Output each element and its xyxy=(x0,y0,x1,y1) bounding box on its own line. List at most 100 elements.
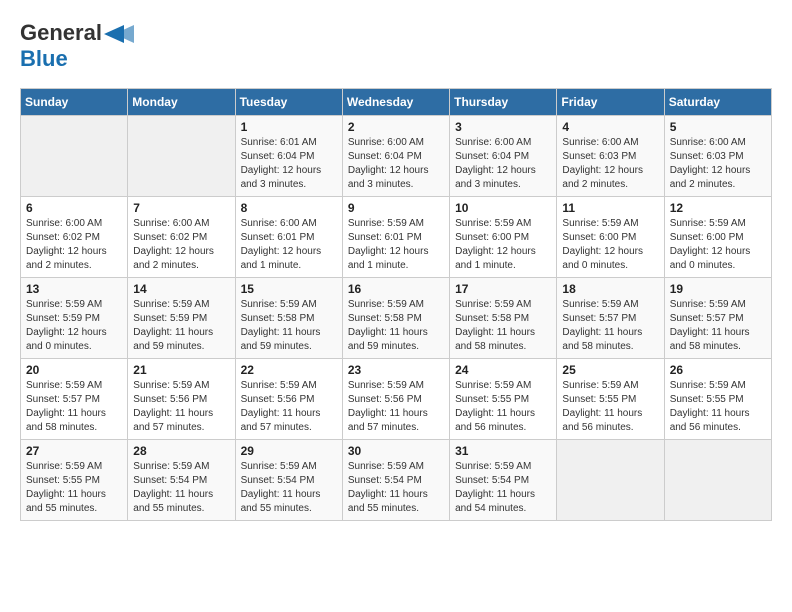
day-number: 31 xyxy=(455,444,551,458)
day-number: 23 xyxy=(348,363,444,377)
day-number: 22 xyxy=(241,363,337,377)
day-number: 24 xyxy=(455,363,551,377)
calendar-cell: 27Sunrise: 5:59 AM Sunset: 5:55 PM Dayli… xyxy=(21,440,128,521)
day-number: 3 xyxy=(455,120,551,134)
day-number: 20 xyxy=(26,363,122,377)
day-info: Sunrise: 5:59 AM Sunset: 5:54 PM Dayligh… xyxy=(348,460,444,516)
calendar-cell: 21 Sunrise: 5:59 AM Sunset: 5:56 PM Dayli… xyxy=(128,359,235,440)
calendar-cell: 24 Sunrise: 5:59 AM Sunset: 5:55 PM Dayli… xyxy=(450,359,557,440)
day-info: Sunrise: 5:59 AM Sunset: 5:57 PM Dayligh… xyxy=(562,298,658,354)
day-number: 29 xyxy=(241,444,337,458)
column-header-friday: Friday xyxy=(557,89,664,116)
day-number: 18 xyxy=(562,282,658,296)
calendar-table: SundayMondayTuesdayWednesdayThursdayFrid… xyxy=(20,88,772,521)
day-info: Sunrise: 6:00 AM Sunset: 6:03 PM Dayligh… xyxy=(670,136,766,192)
day-info: Sunrise: 5:59 AM Sunset: 5:57 PM Dayligh… xyxy=(26,379,122,435)
day-info: Sunrise: 6:00 AM Sunset: 6:02 PM Dayligh… xyxy=(26,217,122,273)
day-number: 16 xyxy=(348,282,444,296)
calendar-cell xyxy=(21,116,128,197)
day-info: Sunrise: 6:00 AM Sunset: 6:04 PM Dayligh… xyxy=(455,136,551,192)
day-info: Sunrise: 6:01 AM Sunset: 6:04 PM Dayligh… xyxy=(241,136,337,192)
day-number: 4 xyxy=(562,120,658,134)
day-info: Sunrise: 6:00 AM Sunset: 6:04 PM Dayligh… xyxy=(348,136,444,192)
day-info: Sunrise: 5:59 AM Sunset: 5:56 PM Dayligh… xyxy=(241,379,337,435)
day-number: 17 xyxy=(455,282,551,296)
day-info: Sunrise: 5:59 AM Sunset: 6:00 PM Dayligh… xyxy=(562,217,658,273)
logo-blue-text: Blue xyxy=(20,46,68,71)
calendar-cell xyxy=(664,440,771,521)
calendar-cell: 4 Sunrise: 6:00 AM Sunset: 6:03 PM Daylig… xyxy=(557,116,664,197)
day-number: 7 xyxy=(133,201,229,215)
day-number: 13 xyxy=(26,282,122,296)
calendar-week-row: 13 Sunrise: 5:59 AM Sunset: 5:59 PM Dayli… xyxy=(21,278,772,359)
calendar-cell: 23 Sunrise: 5:59 AM Sunset: 5:56 PM Dayli… xyxy=(342,359,449,440)
day-info: Sunrise: 6:00 AM Sunset: 6:03 PM Dayligh… xyxy=(562,136,658,192)
day-number: 26 xyxy=(670,363,766,377)
logo: General Blue xyxy=(20,20,134,72)
column-header-wednesday: Wednesday xyxy=(342,89,449,116)
calendar-cell xyxy=(557,440,664,521)
day-number: 15 xyxy=(241,282,337,296)
day-number: 21 xyxy=(133,363,229,377)
day-info: Sunrise: 5:59 AM Sunset: 5:56 PM Dayligh… xyxy=(133,379,229,435)
calendar-cell: 29 Sunrise: 5:59 AM Sunset: 5:54 PM Dayli… xyxy=(235,440,342,521)
calendar-cell: 6 Sunrise: 6:00 AM Sunset: 6:02 PM Daylig… xyxy=(21,197,128,278)
day-info: Sunrise: 5:59 AM Sunset: 6:00 PM Dayligh… xyxy=(455,217,551,273)
day-info: Sunrise: 5:59 AM Sunset: 5:58 PM Dayligh… xyxy=(348,298,444,354)
calendar-cell: 10 Sunrise: 5:59 AM Sunset: 6:00 PM Dayli… xyxy=(450,197,557,278)
calendar-cell: 30 Sunrise: 5:59 AM Sunset: 5:54 PM Dayli… xyxy=(342,440,449,521)
calendar-cell: 15 Sunrise: 5:59 AM Sunset: 5:58 PM Dayli… xyxy=(235,278,342,359)
calendar-cell: 9 Sunrise: 5:59 AM Sunset: 6:01 PM Daylig… xyxy=(342,197,449,278)
calendar-cell: 2 Sunrise: 6:00 AM Sunset: 6:04 PM Daylig… xyxy=(342,116,449,197)
day-info: Sunrise: 5:59 AM Sunset: 6:01 PM Dayligh… xyxy=(348,217,444,273)
day-info: Sunrise: 5:59 AM Sunset: 5:55 PM Dayligh… xyxy=(562,379,658,435)
column-header-thursday: Thursday xyxy=(450,89,557,116)
calendar-week-row: 6 Sunrise: 6:00 AM Sunset: 6:02 PM Daylig… xyxy=(21,197,772,278)
calendar-cell: 18 Sunrise: 5:59 AM Sunset: 5:57 PM Dayli… xyxy=(557,278,664,359)
calendar-cell: 19Sunrise: 5:59 AM Sunset: 5:57 PM Dayli… xyxy=(664,278,771,359)
calendar-cell: 5Sunrise: 6:00 AM Sunset: 6:03 PM Daylig… xyxy=(664,116,771,197)
day-info: Sunrise: 5:59 AM Sunset: 5:56 PM Dayligh… xyxy=(348,379,444,435)
calendar-cell: 1 Sunrise: 6:01 AM Sunset: 6:04 PM Daylig… xyxy=(235,116,342,197)
day-number: 10 xyxy=(455,201,551,215)
day-info: Sunrise: 5:59 AM Sunset: 5:54 PM Dayligh… xyxy=(241,460,337,516)
day-number: 2 xyxy=(348,120,444,134)
calendar-cell: 20 Sunrise: 5:59 AM Sunset: 5:57 PM Dayli… xyxy=(21,359,128,440)
day-number: 30 xyxy=(348,444,444,458)
day-number: 14 xyxy=(133,282,229,296)
day-number: 1 xyxy=(241,120,337,134)
column-header-tuesday: Tuesday xyxy=(235,89,342,116)
day-info: Sunrise: 6:00 AM Sunset: 6:02 PM Dayligh… xyxy=(133,217,229,273)
day-number: 25 xyxy=(562,363,658,377)
calendar-cell: 22 Sunrise: 5:59 AM Sunset: 5:56 PM Dayli… xyxy=(235,359,342,440)
day-info: Sunrise: 5:59 AM Sunset: 5:58 PM Dayligh… xyxy=(241,298,337,354)
calendar-cell xyxy=(128,116,235,197)
day-number: 28 xyxy=(133,444,229,458)
day-number: 12 xyxy=(670,201,766,215)
day-number: 6 xyxy=(26,201,122,215)
day-number: 8 xyxy=(241,201,337,215)
day-info: Sunrise: 5:59 AM Sunset: 5:54 PM Dayligh… xyxy=(133,460,229,516)
day-info: Sunrise: 5:59 AM Sunset: 5:59 PM Dayligh… xyxy=(133,298,229,354)
calendar-cell: 11 Sunrise: 5:59 AM Sunset: 6:00 PM Dayli… xyxy=(557,197,664,278)
calendar-week-row: 1 Sunrise: 6:01 AM Sunset: 6:04 PM Daylig… xyxy=(21,116,772,197)
calendar-header-row: SundayMondayTuesdayWednesdayThursdayFrid… xyxy=(21,89,772,116)
day-number: 19 xyxy=(670,282,766,296)
calendar-cell: 8Sunrise: 6:00 AM Sunset: 6:01 PM Daylig… xyxy=(235,197,342,278)
day-number: 27 xyxy=(26,444,122,458)
column-header-monday: Monday xyxy=(128,89,235,116)
day-info: Sunrise: 5:59 AM Sunset: 5:55 PM Dayligh… xyxy=(670,379,766,435)
calendar-cell: 13 Sunrise: 5:59 AM Sunset: 5:59 PM Dayli… xyxy=(21,278,128,359)
day-info: Sunrise: 5:59 AM Sunset: 5:59 PM Dayligh… xyxy=(26,298,122,354)
day-info: Sunrise: 5:59 AM Sunset: 5:58 PM Dayligh… xyxy=(455,298,551,354)
day-number: 9 xyxy=(348,201,444,215)
day-info: Sunrise: 5:59 AM Sunset: 5:54 PM Dayligh… xyxy=(455,460,551,516)
column-header-saturday: Saturday xyxy=(664,89,771,116)
calendar-cell: 28 Sunrise: 5:59 AM Sunset: 5:54 PM Dayli… xyxy=(128,440,235,521)
day-number: 11 xyxy=(562,201,658,215)
day-info: Sunrise: 5:59 AM Sunset: 5:55 PM Dayligh… xyxy=(455,379,551,435)
calendar-week-row: 20 Sunrise: 5:59 AM Sunset: 5:57 PM Dayli… xyxy=(21,359,772,440)
calendar-cell: 17 Sunrise: 5:59 AM Sunset: 5:58 PM Dayli… xyxy=(450,278,557,359)
day-info: Sunrise: 5:59 AM Sunset: 6:00 PM Dayligh… xyxy=(670,217,766,273)
calendar-cell: 3 Sunrise: 6:00 AM Sunset: 6:04 PM Daylig… xyxy=(450,116,557,197)
